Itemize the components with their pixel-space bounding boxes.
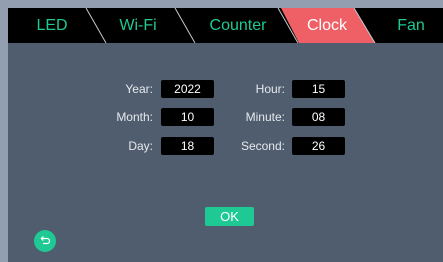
back-arrow-icon (40, 236, 51, 245)
minute-field[interactable]: 08 (292, 108, 345, 126)
day-field[interactable]: 18 (161, 137, 214, 155)
back-button[interactable] (34, 230, 56, 252)
day-label: Day: (128, 139, 153, 153)
month-field[interactable]: 10 (161, 108, 214, 126)
ok-button[interactable]: OK (205, 207, 254, 226)
second-label: Second: (240, 139, 285, 153)
tab-wifi[interactable]: Wi-Fi (98, 8, 178, 43)
hour-field[interactable]: 15 (292, 80, 345, 98)
year-label: Year: (125, 82, 153, 96)
tab-clock[interactable]: Clock (287, 8, 367, 43)
hour-label: Hour: (255, 82, 285, 96)
tab-counter[interactable]: Counter (188, 8, 288, 43)
tab-bar: LED Wi-Fi Counter Clock Fan (8, 8, 443, 43)
month-label: Month: (116, 110, 153, 124)
second-field[interactable]: 26 (292, 137, 345, 155)
minute-label: Minute: (245, 110, 285, 124)
tab-fan[interactable]: Fan (383, 8, 439, 43)
device-screen: LED Wi-Fi Counter Clock Fan Year: 2022 M… (8, 8, 443, 262)
tab-led[interactable]: LED (18, 8, 86, 43)
year-field[interactable]: 2022 (161, 80, 214, 98)
